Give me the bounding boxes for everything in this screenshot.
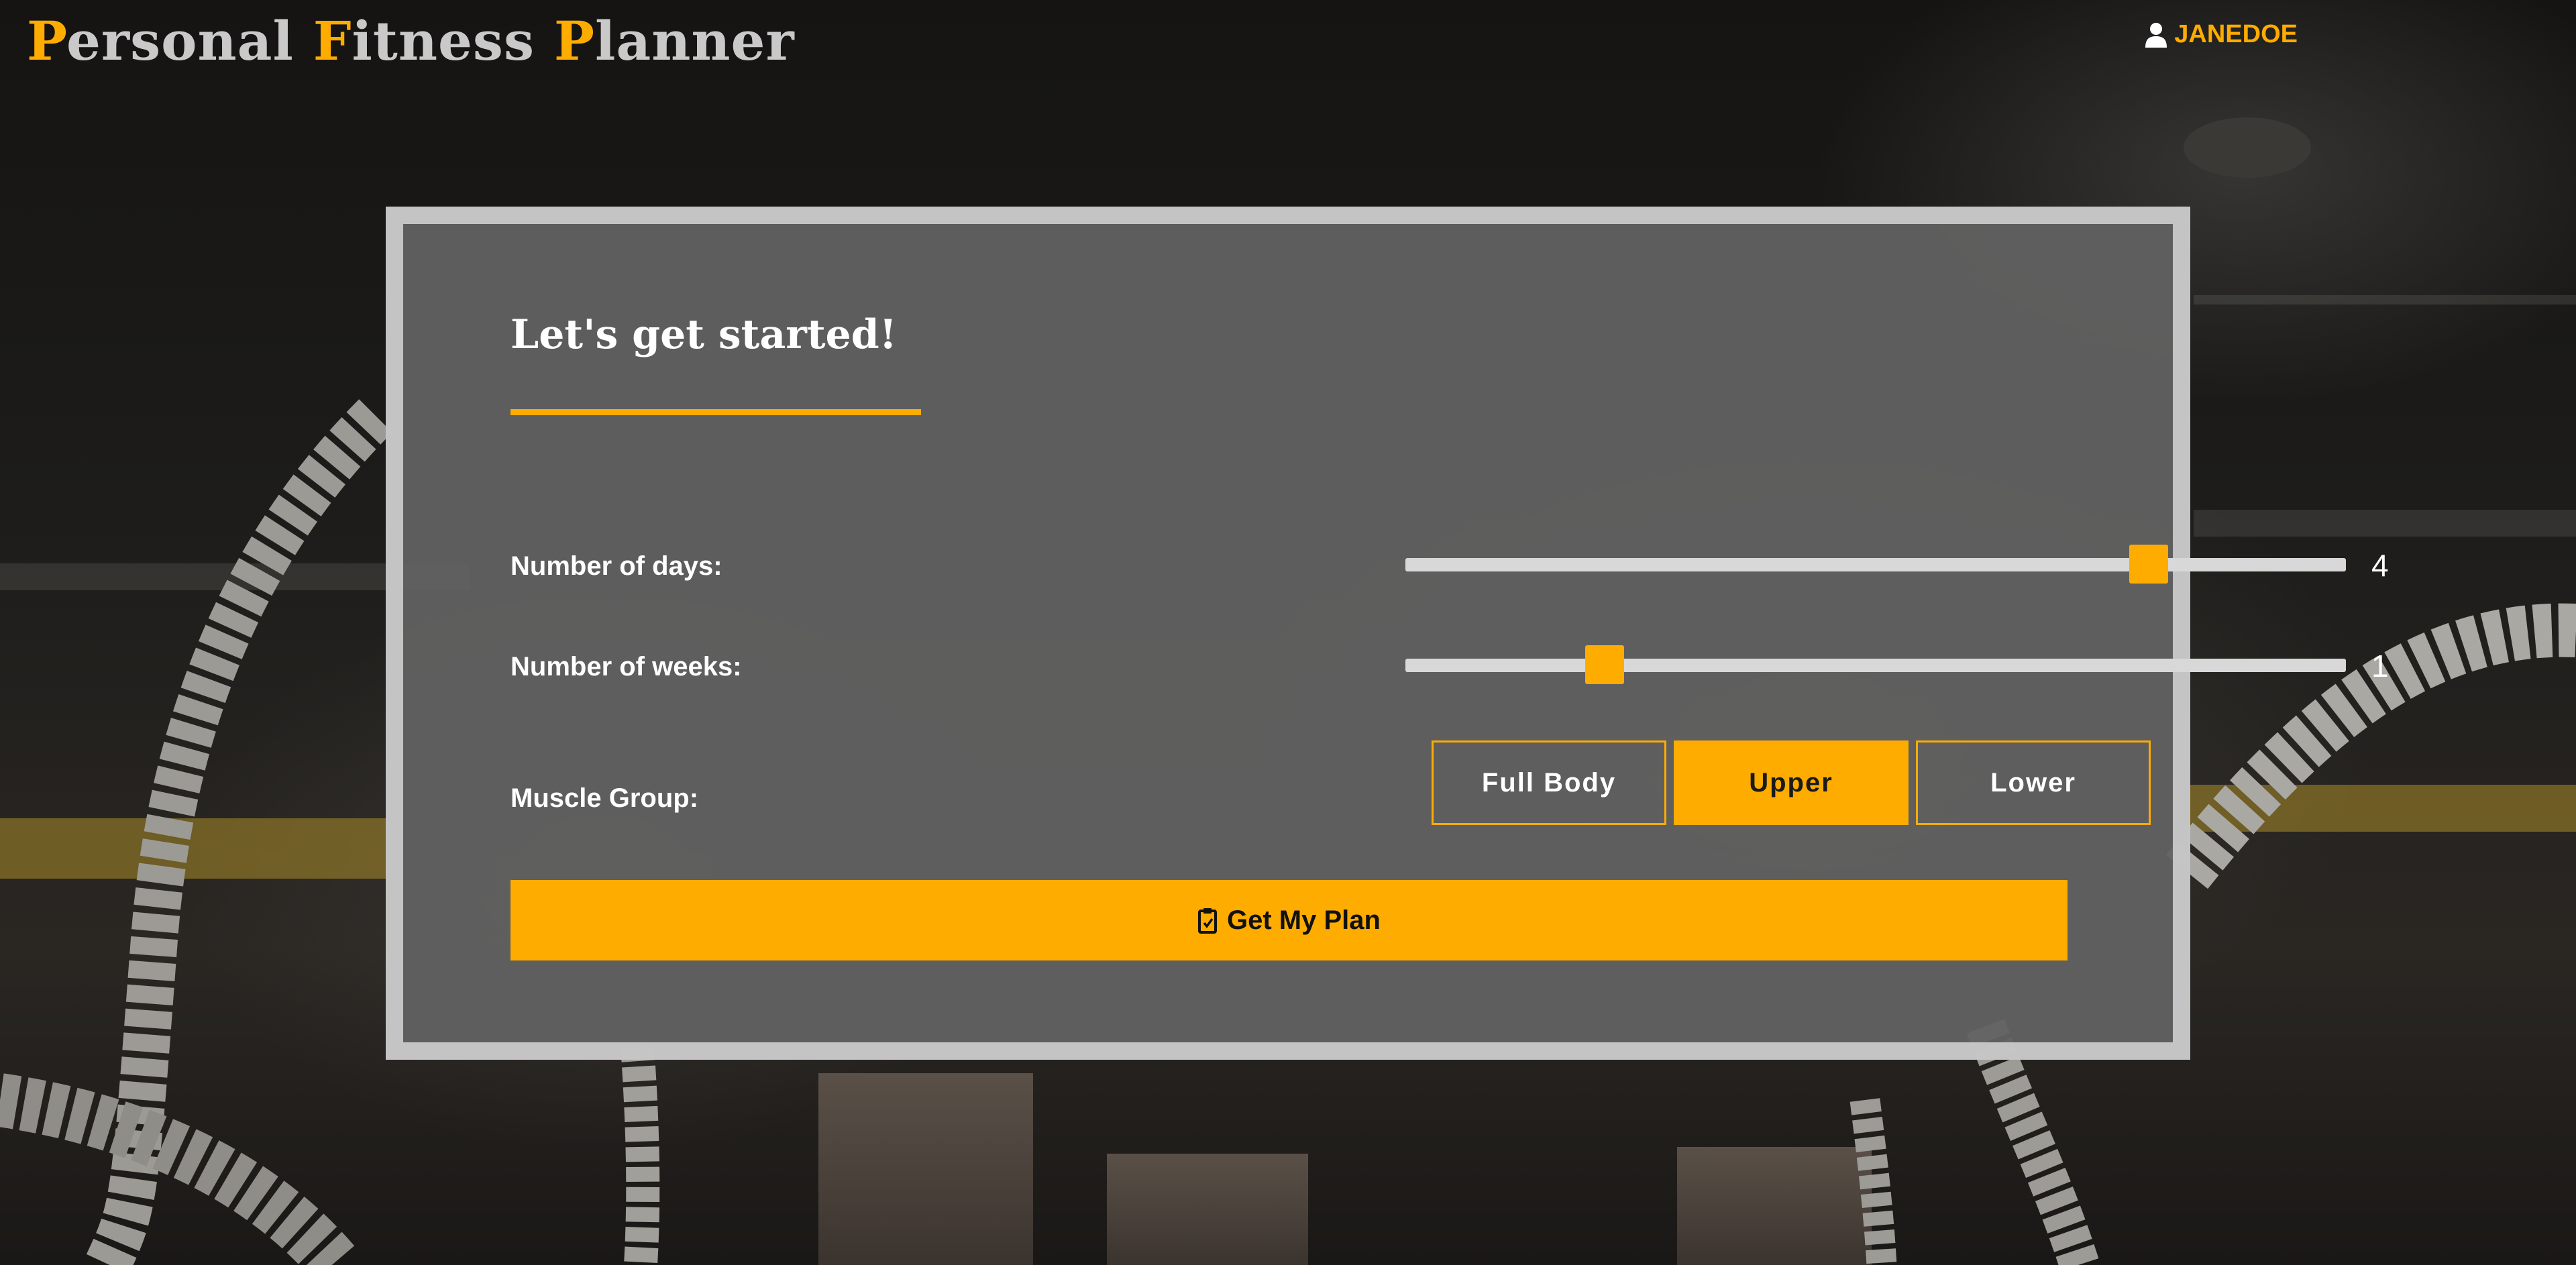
user-icon (2145, 22, 2167, 48)
username: JANEDOE (2174, 20, 2298, 48)
brand-initial: P (553, 9, 595, 72)
muscle-group-label: Muscle Group: (511, 783, 699, 813)
brand-word-rest: itness (352, 9, 554, 72)
weeks-slider[interactable] (1405, 645, 2346, 684)
days-label: Number of days: (511, 551, 722, 581)
brand-word-rest: lanner (595, 9, 795, 72)
brand-initial: P (27, 9, 67, 72)
plan-form-card: Let's get started! Number of days: 4 Num… (386, 207, 2389, 1060)
days-slider[interactable] (1405, 545, 2346, 584)
app-title: Personal Fitness Planner (27, 9, 795, 72)
get-my-plan-button[interactable]: Get My Plan (511, 880, 2068, 960)
get-my-plan-label: Get My Plan (1227, 905, 1381, 935)
form-title: Let's get started! (511, 311, 898, 358)
days-slider-thumb[interactable] (2129, 545, 2168, 584)
days-value: 4 (2371, 548, 2389, 583)
muscle-group-full-body-button[interactable]: Full Body (1432, 740, 1666, 825)
brand-word-rest: ersonal (66, 9, 313, 72)
brand-initial: F (313, 9, 352, 72)
muscle-group-lower-button[interactable]: Lower (1916, 740, 2151, 825)
weeks-slider-thumb[interactable] (1585, 645, 1625, 684)
title-underline (511, 409, 921, 415)
weeks-label: Number of weeks: (511, 652, 742, 681)
weeks-value: 1 (2371, 649, 2389, 683)
user-menu[interactable]: JANEDOE (2145, 20, 2298, 49)
clipboard-icon (1198, 908, 1218, 934)
muscle-group-upper-button[interactable]: Upper (1674, 740, 1909, 825)
